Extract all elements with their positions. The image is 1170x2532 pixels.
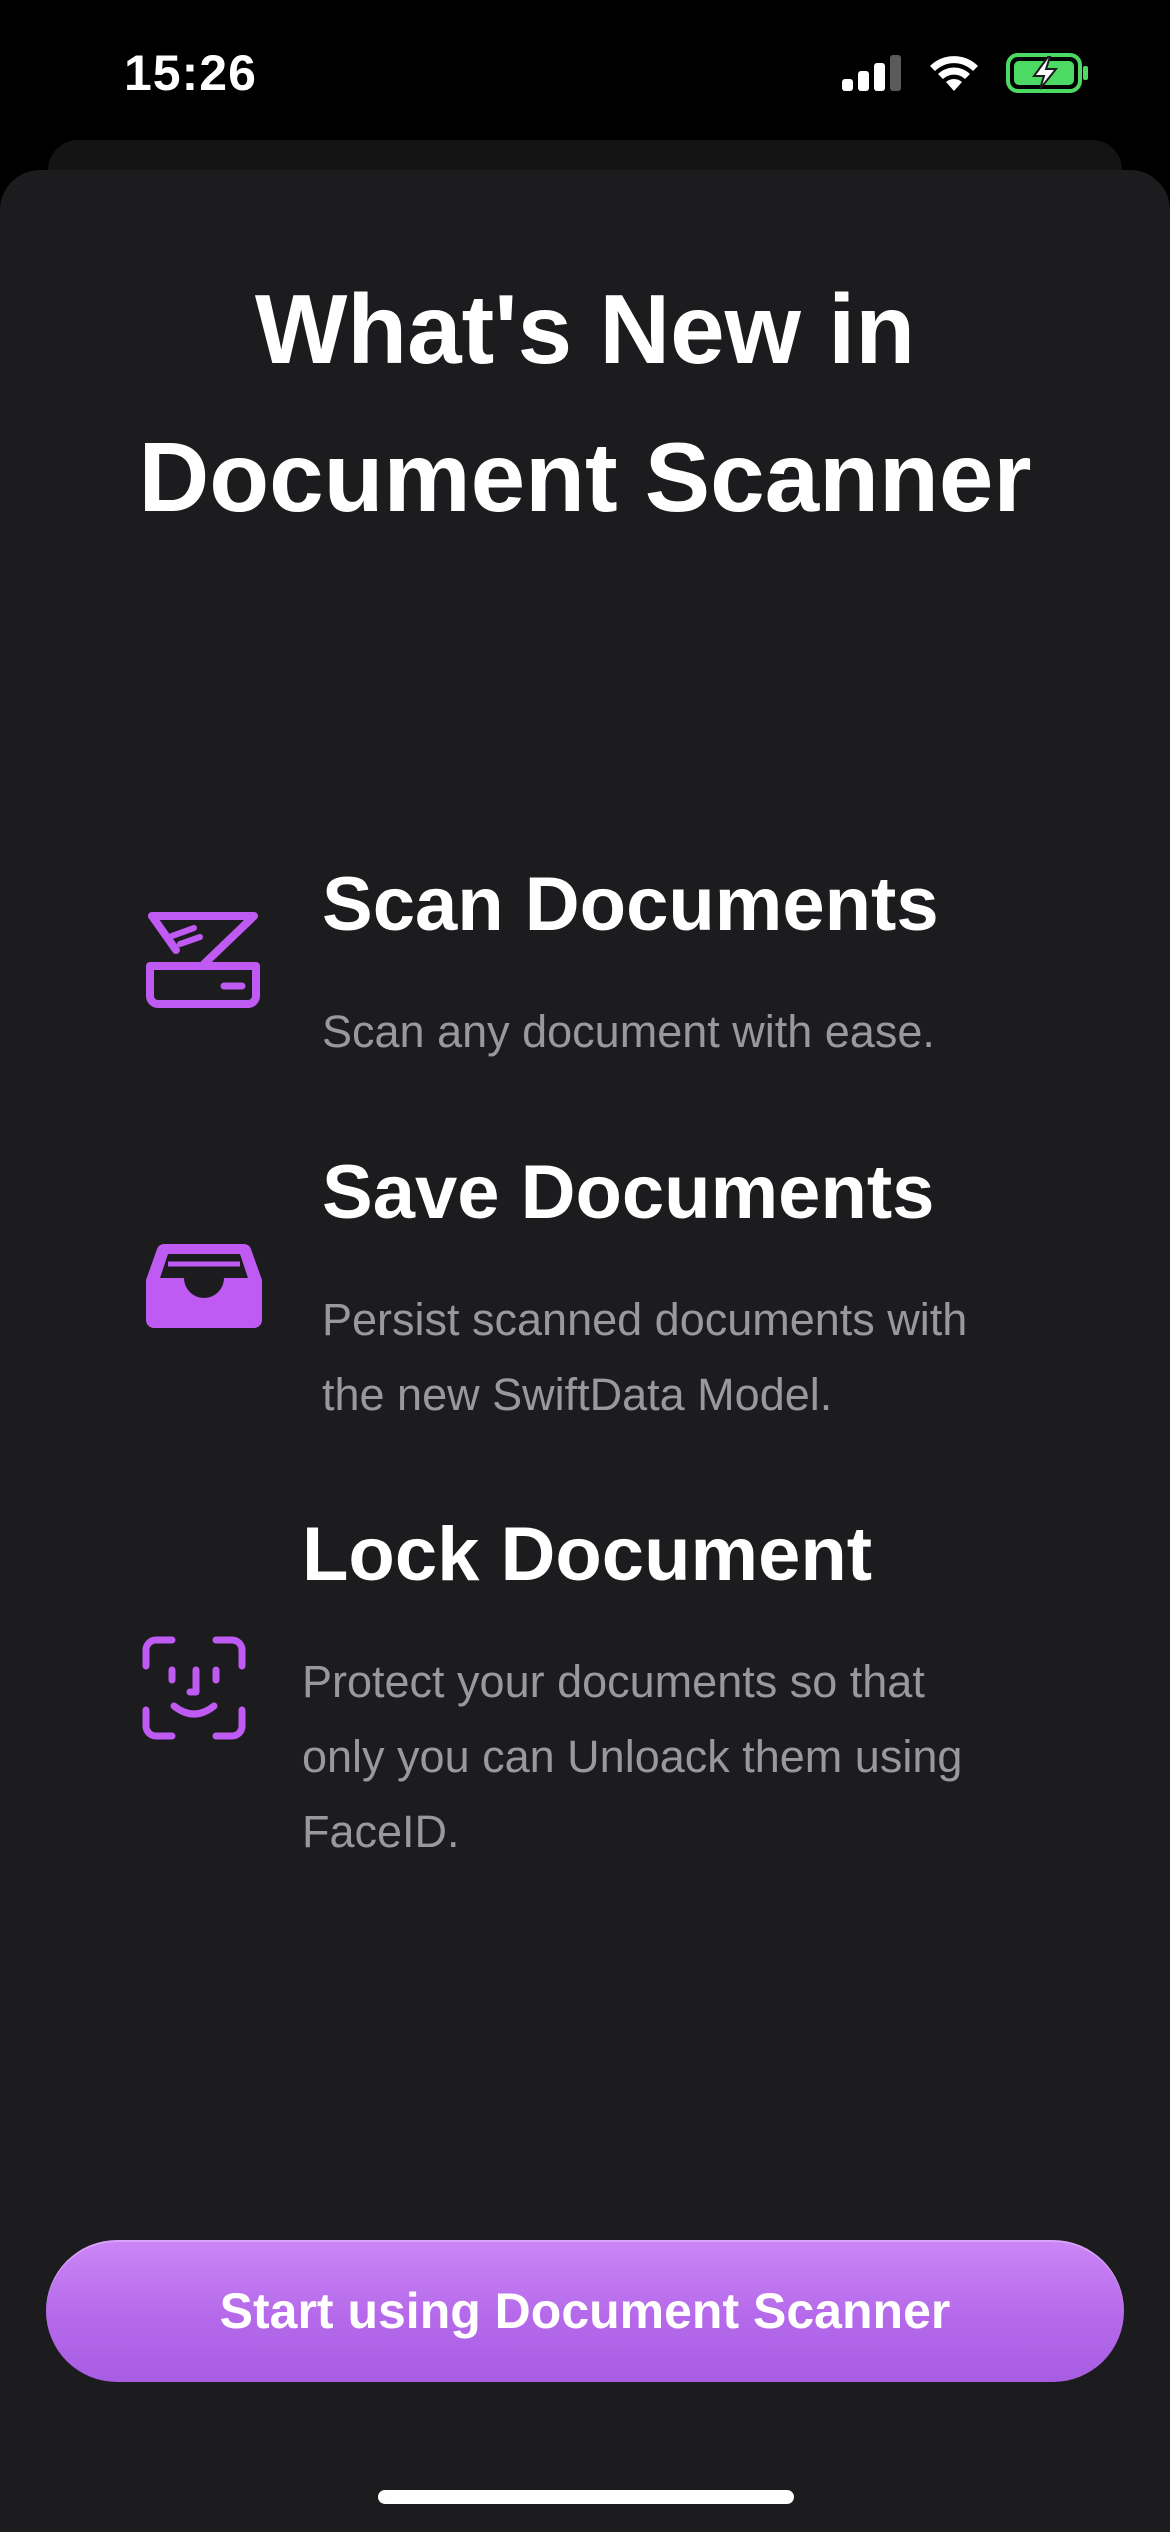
feature-title: Save Documents <box>322 1150 935 1235</box>
feature-description: Protect your documents so that only you … <box>302 1656 963 1857</box>
cellular-signal-icon <box>842 53 902 98</box>
feature-description: Persist scanned documents with the new S… <box>322 1294 968 1420</box>
status-icons <box>842 52 1090 98</box>
feature-scan-documents: Scan Documents Scan any document with ea… <box>0 860 1170 1080</box>
feature-description: Scan any document with ease. <box>322 1006 935 1057</box>
home-indicator[interactable] <box>378 2490 794 2504</box>
battery-charging-icon <box>1006 52 1090 99</box>
start-using-button[interactable]: Start using Document Scanner <box>46 2240 1124 2382</box>
feature-save-documents: Save Documents Persist scanned documents… <box>0 1148 1170 1438</box>
tray-icon <box>144 1240 264 1335</box>
feature-lock-document: Lock Document Protect your documents so … <box>0 1510 1170 1880</box>
faceid-icon <box>142 1636 246 1745</box>
page-title: What's New in Document Scanner <box>138 274 1032 532</box>
scanner-icon <box>142 910 264 1015</box>
feature-title: Scan Documents <box>322 862 939 947</box>
feature-title: Lock Document <box>302 1512 873 1597</box>
status-bar: 15:26 <box>0 0 1170 150</box>
status-time: 15:26 <box>124 45 257 101</box>
wifi-icon <box>928 53 980 98</box>
